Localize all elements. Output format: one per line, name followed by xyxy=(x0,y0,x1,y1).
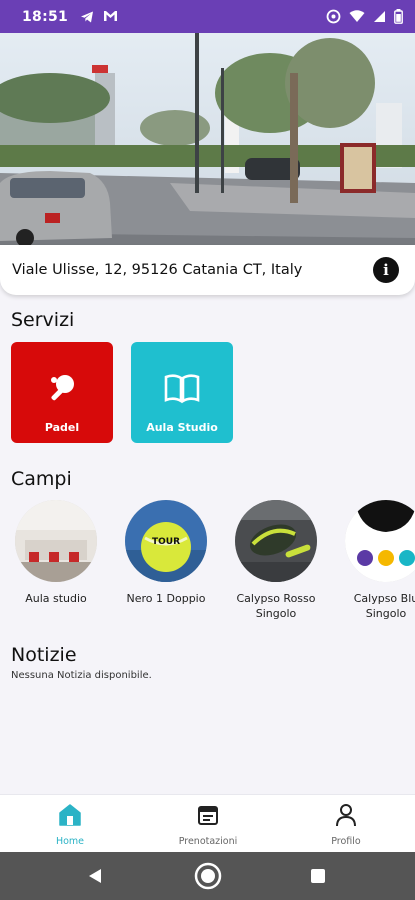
signal-icon xyxy=(373,10,386,23)
back-icon[interactable] xyxy=(89,869,101,883)
person-icon xyxy=(333,802,359,832)
info-icon[interactable]: i xyxy=(373,257,399,283)
campo-item-nero-1-doppio[interactable]: TOUR Nero 1 Doppio xyxy=(118,500,214,606)
ping-pong-icon xyxy=(46,372,78,408)
svg-text:TOUR: TOUR xyxy=(152,537,180,547)
nav-label: Prenotazioni xyxy=(178,836,238,847)
book-icon xyxy=(164,372,200,408)
campo-label: Aula studio xyxy=(25,592,87,605)
nav-profilo[interactable]: Profilo xyxy=(277,795,415,853)
nav-label: Home xyxy=(55,836,85,847)
campo-photo: TOUR xyxy=(125,500,207,582)
nav-prenotazioni[interactable]: Prenotazioni xyxy=(139,795,277,853)
campo-label: Nero 1 Doppio xyxy=(126,592,206,605)
battery-icon xyxy=(394,9,403,24)
recents-icon[interactable] xyxy=(311,869,325,883)
servizi-title: Servizi xyxy=(11,309,75,331)
campo-item-calypso-rosso-singolo[interactable]: Calypso Rosso Singolo xyxy=(228,500,324,621)
campo-item-calypso-blu-singolo[interactable]: Calypso Blu Singolo xyxy=(338,500,415,621)
bottom-navigation: Home Prenotazioni Profilo xyxy=(0,794,415,852)
calendar-icon xyxy=(195,802,221,832)
address-card: Viale Ulisse, 12, 95126 Catania CT, Ital… xyxy=(0,245,415,295)
gmail-icon xyxy=(103,10,118,24)
notizie-empty-message: Nessuna Notizia disponibile. xyxy=(11,670,152,681)
nav-label: Profilo xyxy=(331,836,361,847)
wifi-icon xyxy=(349,10,365,23)
telegram-icon xyxy=(80,10,94,24)
system-navigation-bar xyxy=(0,852,415,900)
service-label: Aula Studio xyxy=(146,421,218,434)
address-text: Viale Ulisse, 12, 95126 Catania CT, Ital… xyxy=(12,262,303,278)
campo-photo xyxy=(345,500,415,582)
campo-photo xyxy=(235,500,317,582)
home-button-icon[interactable] xyxy=(194,862,222,890)
campo-label: Calypso Rosso Singolo xyxy=(236,592,316,620)
nav-home[interactable]: Home xyxy=(1,795,139,853)
status-time: 18:51 xyxy=(22,8,69,25)
status-bar: 18:51 xyxy=(0,0,415,33)
campo-item-aula-studio[interactable]: Aula studio xyxy=(8,500,104,606)
service-tile-padel[interactable]: Padel xyxy=(11,342,113,443)
location-photo xyxy=(0,33,415,245)
service-label: Padel xyxy=(44,421,80,434)
notizie-title: Notizie xyxy=(11,644,77,666)
service-tile-aula-studio[interactable]: Aula Studio xyxy=(131,342,233,443)
alarm-icon xyxy=(326,9,341,24)
home-icon xyxy=(57,802,83,832)
campo-label: Calypso Blu Singolo xyxy=(353,592,415,620)
campo-photo xyxy=(15,500,97,582)
campi-title: Campi xyxy=(11,468,72,490)
